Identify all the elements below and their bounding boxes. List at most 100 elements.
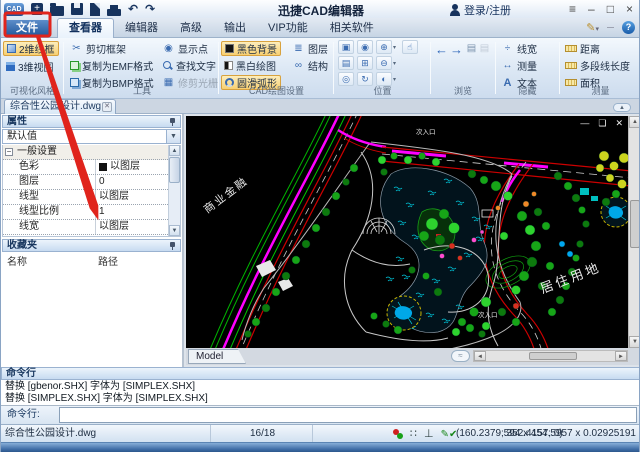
login-register[interactable]: 登录/注册	[449, 2, 511, 18]
scroll-left-icon[interactable]: ◄	[474, 351, 486, 361]
color-swatch	[99, 163, 107, 171]
property-row-ltscale[interactable]: 线型比例 1	[3, 205, 168, 220]
ribbon-options-icon[interactable]: —	[607, 24, 614, 31]
document-tab[interactable]: 综合性公园设计.dwg ✕	[4, 99, 116, 114]
ribbon-collapse-icon[interactable]: ▲	[613, 103, 631, 112]
button-show-points[interactable]: ◉ 显示点	[159, 41, 211, 57]
button-measure-distance[interactable]: 距离	[562, 41, 603, 56]
button-hide-lineweight[interactable]: ÷ 线宽	[498, 41, 540, 57]
status-filename: 综合性公园设计.dwg	[5, 425, 211, 443]
scroll-thumb[interactable]	[529, 352, 577, 360]
draw-check-icon[interactable]: ✎✔	[441, 426, 458, 443]
tab-file[interactable]: 文件	[4, 20, 50, 36]
button-hide-measure[interactable]: ↔ 测量	[498, 58, 540, 74]
document-tab-label: 综合性公园设计.dwg	[10, 101, 102, 112]
tab-related[interactable]: 相关软件	[319, 18, 385, 38]
pin-icon[interactable]	[169, 118, 176, 126]
model-tab[interactable]: Model	[188, 349, 246, 364]
tab-vip[interactable]: VIP功能	[257, 18, 319, 38]
find-text-icon	[162, 60, 173, 71]
zoom-extents-icon[interactable]: ⊞	[357, 56, 373, 70]
properties-header[interactable]: 属性	[2, 115, 181, 128]
scroll-down-icon[interactable]: ▼	[629, 336, 639, 348]
canvas-restore-icon[interactable]: ❑	[598, 118, 606, 129]
property-scrollbar[interactable]: ▲ ▼	[168, 145, 180, 236]
horizontal-scrollbar[interactable]: ◄ ►	[473, 350, 628, 362]
button-bw-drawing[interactable]: 黑白绘图	[221, 58, 279, 73]
polyline-ruler-icon	[565, 62, 577, 69]
title-bar: CAD + ↶ ↷ 迅捷CAD编辑器 登录/注册 ≡ – □ ×	[1, 0, 639, 18]
drawing-canvas[interactable]: 商业金融 居住用地 次入口 次入口 — ❑ ✕	[186, 116, 628, 348]
command-log-line: 替换 [gbenor.SHX] 字体为 [SIMPLEX.SHX]	[5, 381, 196, 392]
favorites-col-name[interactable]: 名称	[7, 253, 27, 268]
maximize-button[interactable]: □	[607, 1, 614, 17]
group-label-tools: 工具	[132, 86, 151, 96]
canvas-minimize-icon[interactable]: —	[580, 118, 589, 129]
scroll-thumb[interactable]	[169, 157, 180, 183]
pin-icon[interactable]	[169, 242, 176, 250]
document-close-icon[interactable]: ✕	[102, 102, 112, 112]
button-black-background[interactable]: 黑色背景	[221, 41, 281, 56]
help-icon[interactable]: ?	[622, 21, 635, 34]
property-row-layer[interactable]: 图层 0	[3, 175, 168, 190]
layers-icon: ≣	[294, 42, 303, 54]
page-undo-icon[interactable]: ▤	[465, 43, 478, 55]
property-group-row[interactable]: 一般设置	[3, 145, 168, 160]
grid-icon[interactable]: ∷	[410, 426, 417, 443]
user-icon	[449, 4, 460, 16]
page-redo-icon: ▤	[479, 43, 490, 54]
menu-icon[interactable]: ≡	[569, 1, 576, 17]
zoom-out-icon[interactable]: ⊖	[376, 56, 392, 70]
favorites-columns: 名称 路径	[2, 253, 181, 268]
tab-viewer[interactable]: 查看器	[57, 18, 114, 38]
tile-windows-icon[interactable]: ▤	[338, 56, 354, 70]
property-row-lineweight[interactable]: 线宽 以图层	[3, 220, 168, 235]
button-measure-polyline[interactable]: 多段线长度	[562, 58, 633, 73]
command-panel-header[interactable]: 命令行	[1, 367, 639, 380]
minimize-button[interactable]: –	[588, 1, 595, 17]
back-icon[interactable]: ←	[435, 42, 448, 57]
command-input[interactable]	[59, 407, 637, 423]
button-3d-view[interactable]: 3维视图	[3, 59, 57, 74]
dropdown-arrow-icon[interactable]: ▼	[166, 130, 180, 143]
osnap-icon[interactable]	[393, 429, 403, 439]
scroll-thumb[interactable]	[630, 200, 639, 248]
property-row-linetype[interactable]: 线型 以图层	[3, 190, 168, 205]
button-clip-frame[interactable]: ✂ 剪切框架	[67, 41, 129, 57]
black-bg-icon	[225, 44, 234, 53]
property-row-color[interactable]: 色彩 以图层	[3, 160, 168, 175]
zoom-in-icon[interactable]: ⊕	[376, 40, 392, 54]
forward-icon[interactable]: →	[450, 42, 463, 57]
tab-advanced[interactable]: 高级	[169, 18, 213, 38]
button-structure[interactable]: ∞ 结构	[289, 58, 331, 74]
command-log: 替换 [gbenor.SHX] 字体为 [SIMPLEX.SHX] 替换 [SI…	[1, 380, 639, 406]
layout-options-icon[interactable]: ≈	[451, 350, 470, 362]
scroll-right-icon[interactable]: ►	[615, 351, 627, 361]
favorites-col-path[interactable]: 路径	[98, 253, 118, 268]
preset-dropdown[interactable]: 默认值 ▼	[2, 129, 181, 144]
button-copy-emf[interactable]: 复制为EMF格式	[67, 58, 156, 73]
tab-output[interactable]: 输出	[213, 18, 257, 38]
copy-emf-icon	[70, 61, 79, 70]
ribbon: 2维线框 3维视图 可视化风格 ✂ 剪切框架 复制为EMF格式 复制为BMP格式…	[1, 38, 639, 99]
button-layers[interactable]: ≣ 图层	[289, 41, 331, 57]
ortho-icon[interactable]: ⊥	[424, 426, 434, 443]
vertical-scrollbar[interactable]: ▲ ▼	[628, 116, 639, 348]
group-label-hide: 隐藏	[518, 86, 537, 96]
customize-pencil-icon[interactable]: ✎▾	[586, 21, 599, 34]
button-find-text[interactable]: 查找文字	[159, 58, 219, 73]
collapse-icon[interactable]	[5, 148, 13, 156]
close-button[interactable]: ×	[626, 1, 633, 17]
pan-hand-icon[interactable]: ☝	[402, 40, 418, 54]
scroll-up-icon[interactable]: ▲	[169, 145, 180, 156]
favorites-header[interactable]: 收藏夹	[2, 239, 181, 252]
button-2d-wireframe[interactable]: 2维线框	[3, 41, 59, 56]
scroll-down-icon[interactable]: ▼	[169, 225, 180, 236]
label-entry-bottom: 次入口	[478, 310, 498, 319]
scroll-up-icon[interactable]: ▲	[629, 116, 639, 128]
zoom-window-icon[interactable]: ◉	[357, 40, 373, 54]
canvas-close-icon[interactable]: ✕	[615, 118, 623, 129]
tab-editor[interactable]: 编辑器	[114, 18, 169, 38]
left-panel: 属性 默认值▼ 一般设置 色彩 以图层 图层 0 线型 以图层 线型比例	[1, 114, 184, 367]
cascade-windows-icon[interactable]: ▣	[338, 40, 354, 54]
